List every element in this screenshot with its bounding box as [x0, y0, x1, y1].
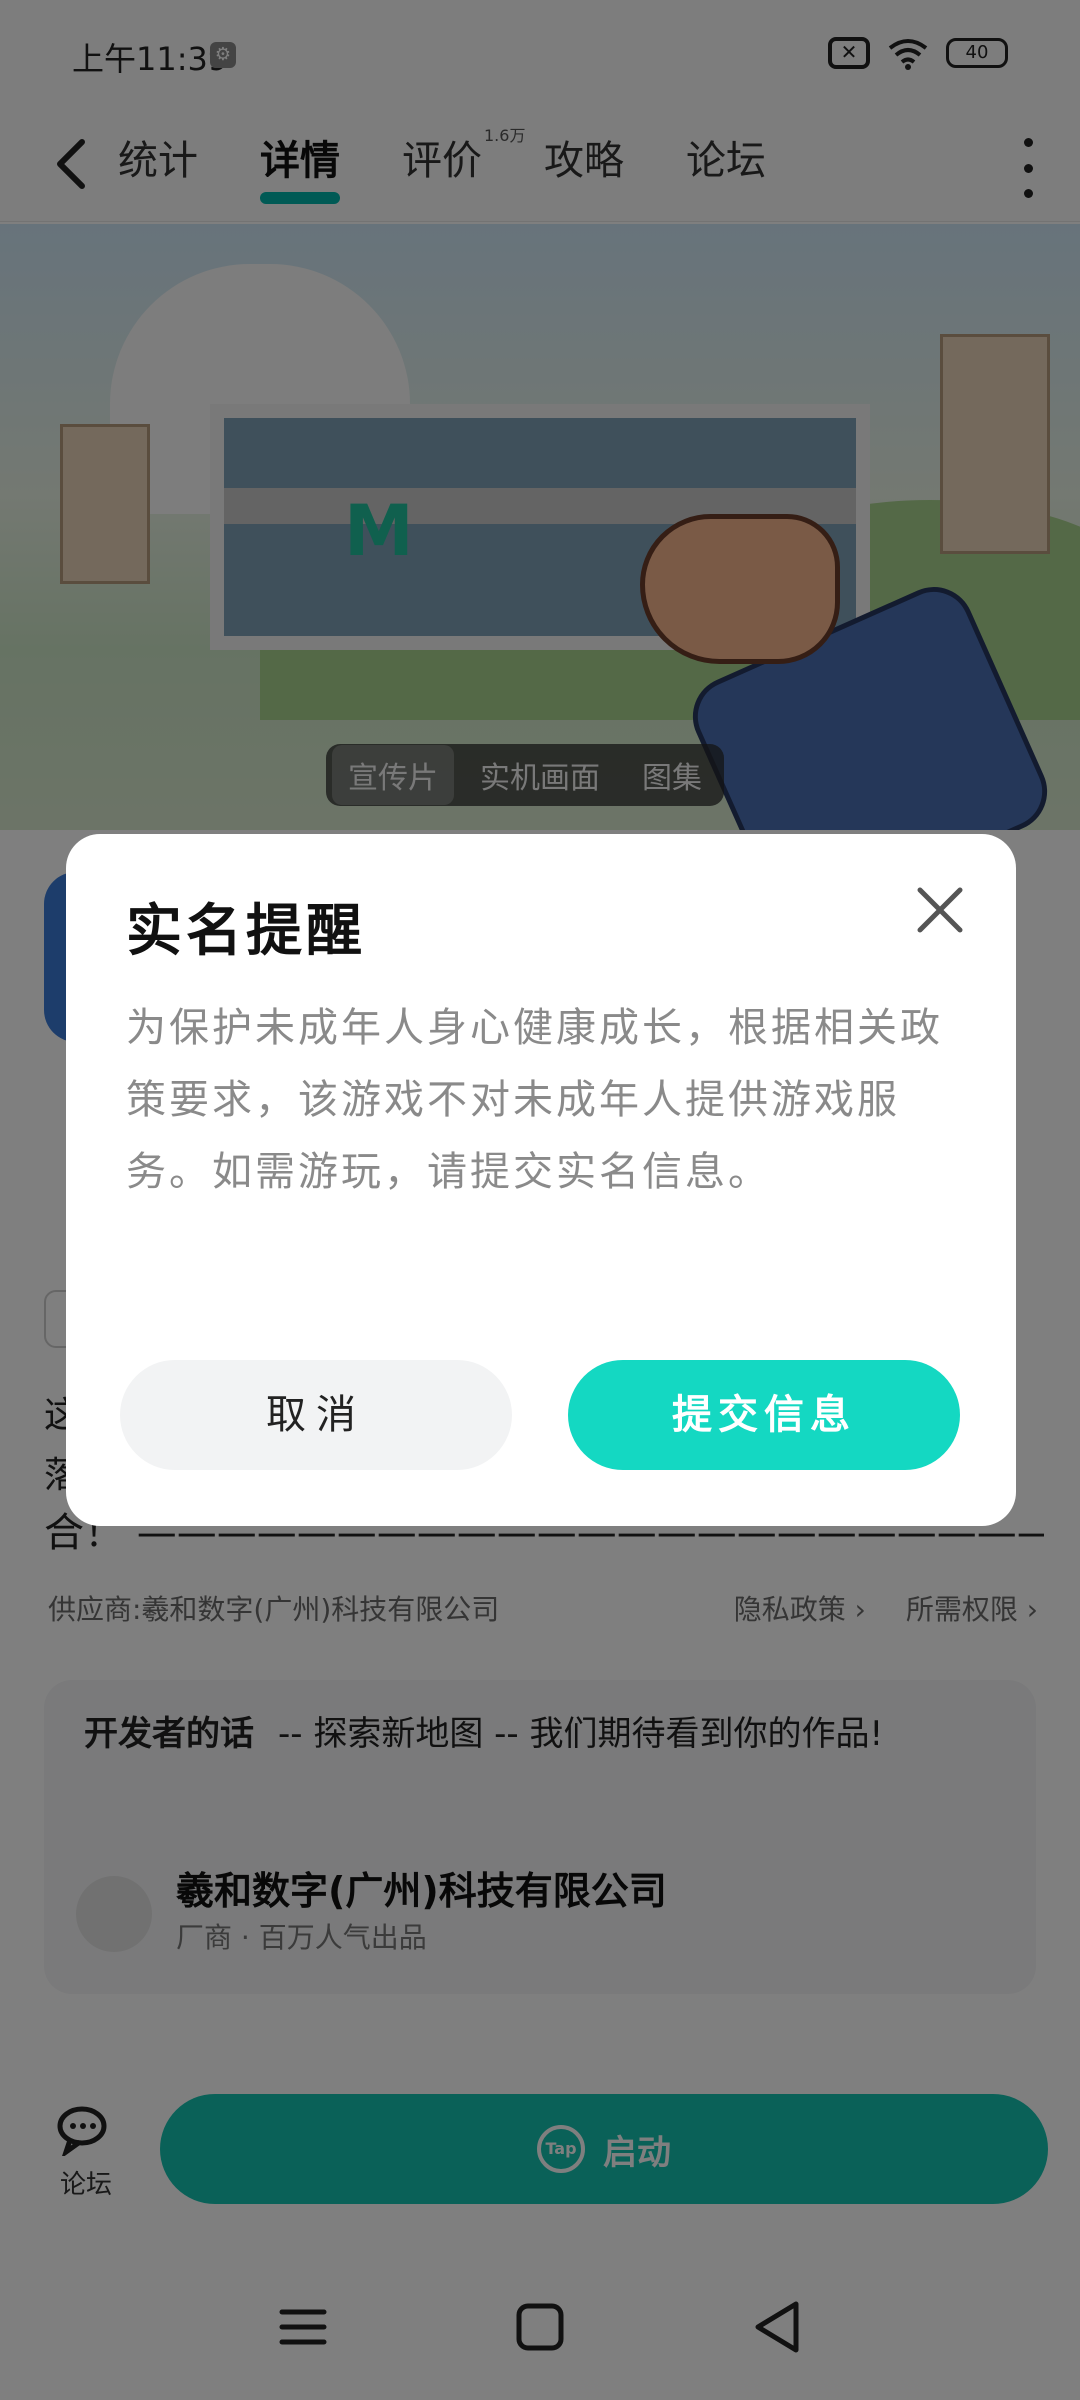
- real-name-reminder-dialog: 实名提醒 为保护未成年人身心健康成长，根据相关政策要求，该游戏不对未成年人提供游…: [66, 834, 1016, 1526]
- submit-info-button[interactable]: 提交信息: [568, 1360, 960, 1470]
- close-icon[interactable]: [908, 878, 972, 942]
- dialog-message: 为保护未成年人身心健康成长，根据相关政策要求，该游戏不对未成年人提供游戏服务。如…: [126, 1005, 943, 1195]
- cancel-button[interactable]: 取消: [120, 1360, 512, 1470]
- dialog-title: 实名提醒: [126, 899, 366, 964]
